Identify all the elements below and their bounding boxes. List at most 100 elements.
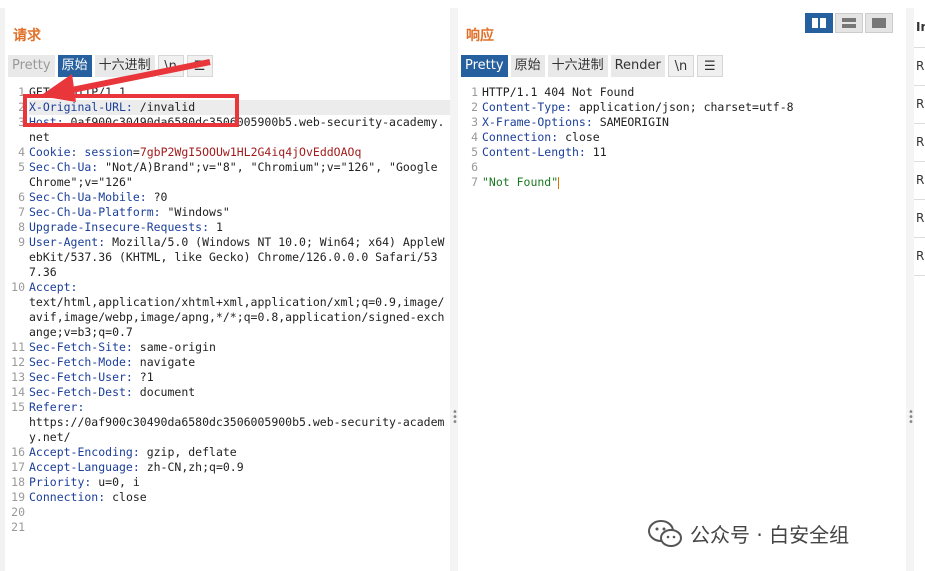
header-name: Sec-Fetch-Site: — [29, 340, 133, 354]
header-name: Sec-Fetch-User: — [29, 370, 133, 384]
line-content: Content-Type: application/json; charset=… — [482, 100, 906, 115]
inspector-item[interactable]: R — [914, 48, 925, 86]
line-number: 3 — [471, 115, 478, 129]
editor-line: 4 Connection: close — [461, 130, 906, 145]
editor-line: 19 Connection: close — [8, 490, 450, 505]
header-value: https://0af900c30490da6580dc3506005900b5… — [29, 415, 445, 444]
line-number: 5 — [471, 145, 478, 159]
response-tab-raw[interactable]: 原始 — [510, 55, 545, 77]
header-value: 11 — [585, 145, 607, 159]
line-content: Sec-Fetch-Site: same-origin — [29, 340, 450, 355]
header-name: Sec-Ch-Ua: — [29, 160, 99, 174]
inspector-item[interactable]: R — [914, 162, 925, 200]
header-value: zh-CN,zh;q=0.9 — [139, 460, 244, 474]
line-content: Accept-Encoding: gzip, deflate — [29, 445, 450, 460]
editor-line: 4 Cookie: session=7gbP2WgI5OOUw1HL2G4iq4j… — [8, 145, 450, 160]
header-name: Accept-Encoding: — [29, 445, 140, 459]
line-content — [29, 505, 450, 520]
header-value: text/html,application/xhtml+xml,applicat… — [29, 295, 445, 339]
line-number: 5 — [18, 160, 25, 174]
editor-line: 14 Sec-Fetch-Dest: document — [8, 385, 450, 400]
line-number: 7 — [471, 175, 478, 189]
line-number: 14 — [11, 385, 25, 399]
line-content — [29, 520, 450, 535]
response-tab-hex[interactable]: 十六进制 — [547, 55, 608, 77]
pane-splitter[interactable]: • • • — [450, 8, 458, 571]
header-value: same-origin — [132, 340, 216, 354]
inspector-splitter[interactable]: • • • — [906, 8, 914, 571]
header-name: Content-Length: — [482, 145, 586, 159]
header-value: SAMEORIGIN — [592, 115, 669, 129]
request-tab-pretty[interactable]: Pretty — [8, 55, 55, 77]
header-value: document — [132, 385, 196, 399]
line-content: Sec-Fetch-Mode: navigate — [29, 355, 450, 370]
inspector-header: In — [914, 8, 925, 48]
drag-handle-icon: • • • — [452, 407, 458, 428]
line-number: 13 — [11, 370, 25, 384]
layout-toggle — [805, 13, 893, 33]
line-content: HTTP/1.1 404 Not Found — [482, 85, 906, 100]
response-editor[interactable]: 1 HTTP/1.1 404 Not Found 2 Content-Type: ap… — [461, 85, 906, 190]
request-tab-hex[interactable]: 十六进制 — [94, 55, 155, 77]
editor-line: 9 User-Agent: Mozilla/5.0 (Windows NT 10.… — [8, 235, 450, 280]
inspector-item[interactable]: R — [914, 124, 925, 162]
layout-tabs-button[interactable] — [865, 13, 893, 33]
editor-line: 18 Priority: u=0, i — [8, 475, 450, 490]
line-number: 20 — [11, 505, 25, 519]
request-editor[interactable]: 1 GET / HTTP/1.1 2 X-Original-URL: /invalid… — [8, 85, 450, 535]
request-newline-toggle[interactable]: \n — [157, 55, 184, 77]
editor-line: 16 Accept-Encoding: gzip, deflate — [8, 445, 450, 460]
response-tab-pretty[interactable]: Pretty — [461, 55, 508, 77]
inspector-item[interactable]: R — [914, 238, 925, 276]
inspector-item[interactable]: R — [914, 200, 925, 238]
response-tab-render[interactable]: Render — [610, 55, 665, 77]
line-content: Cookie: session=7gbP2WgI5OOUw1HL2G4iq4jO… — [29, 145, 450, 160]
response-menu-button[interactable]: ☰ — [696, 55, 723, 77]
line-number: 11 — [11, 340, 25, 354]
editor-line: 10 Accept: text/html,application/xhtml+xm… — [8, 280, 450, 340]
editor-line: 5 Content-Length: 11 — [461, 145, 906, 160]
header-name: Referer: — [29, 400, 85, 414]
line-content: Connection: close — [482, 130, 906, 145]
line-number: 4 — [18, 145, 25, 159]
header-value: = — [132, 145, 140, 159]
line-number: 16 — [11, 445, 25, 459]
editor-line: 21 — [8, 520, 450, 535]
layout-side-by-side-button[interactable] — [805, 13, 833, 33]
header-value: HTTP/1.1 404 Not Found — [482, 85, 635, 99]
line-number: 6 — [18, 190, 25, 204]
line-content: Sec-Ch-Ua-Mobile: ?0 — [29, 190, 450, 205]
inspector-item[interactable]: R — [914, 86, 925, 124]
highlight-annotation-box — [23, 94, 239, 127]
line-content: Sec-Ch-Ua-Platform: "Windows" — [29, 205, 450, 220]
header-value: close — [558, 130, 600, 144]
header-name: Priority: — [29, 475, 92, 489]
header-name: Connection: — [482, 130, 559, 144]
header-name: Sec-Fetch-Mode: — [29, 355, 133, 369]
header-value: ?1 — [132, 370, 154, 384]
line-number: 19 — [11, 490, 25, 504]
header-value: u=0, i — [91, 475, 140, 489]
response-title: 响应 — [466, 28, 494, 44]
request-menu-button[interactable]: ☰ — [186, 55, 213, 77]
response-newline-toggle[interactable]: \n — [667, 55, 694, 77]
text-caret — [558, 176, 560, 189]
line-content: "Not Found" — [482, 175, 906, 190]
editor-line: 12 Sec-Fetch-Mode: navigate — [8, 355, 450, 370]
line-content — [482, 160, 906, 175]
editor-line: 8 Upgrade-Insecure-Requests: 1 — [8, 220, 450, 235]
watermark-text: 公众号 · 白安全组 — [690, 523, 850, 547]
editor-line: 7 Sec-Ch-Ua-Platform: "Windows" — [8, 205, 450, 220]
line-content: Priority: u=0, i — [29, 475, 450, 490]
editor-line: 7 "Not Found" — [461, 175, 906, 190]
editor-line: 13 Sec-Fetch-User: ?1 — [8, 370, 450, 385]
header-name: X-Frame-Options: — [482, 115, 593, 129]
editor-line: 20 — [8, 505, 450, 520]
line-number: 12 — [11, 355, 25, 369]
line-number: 10 — [11, 280, 25, 294]
request-tab-raw[interactable]: 原始 — [57, 55, 92, 77]
inspector-panel: In R R R R R R — [914, 8, 925, 571]
line-content: Accept: text/html,application/xhtml+xml,… — [29, 280, 450, 340]
header-name: Sec-Ch-Ua-Mobile: — [29, 190, 147, 204]
layout-stacked-button[interactable] — [835, 13, 863, 33]
